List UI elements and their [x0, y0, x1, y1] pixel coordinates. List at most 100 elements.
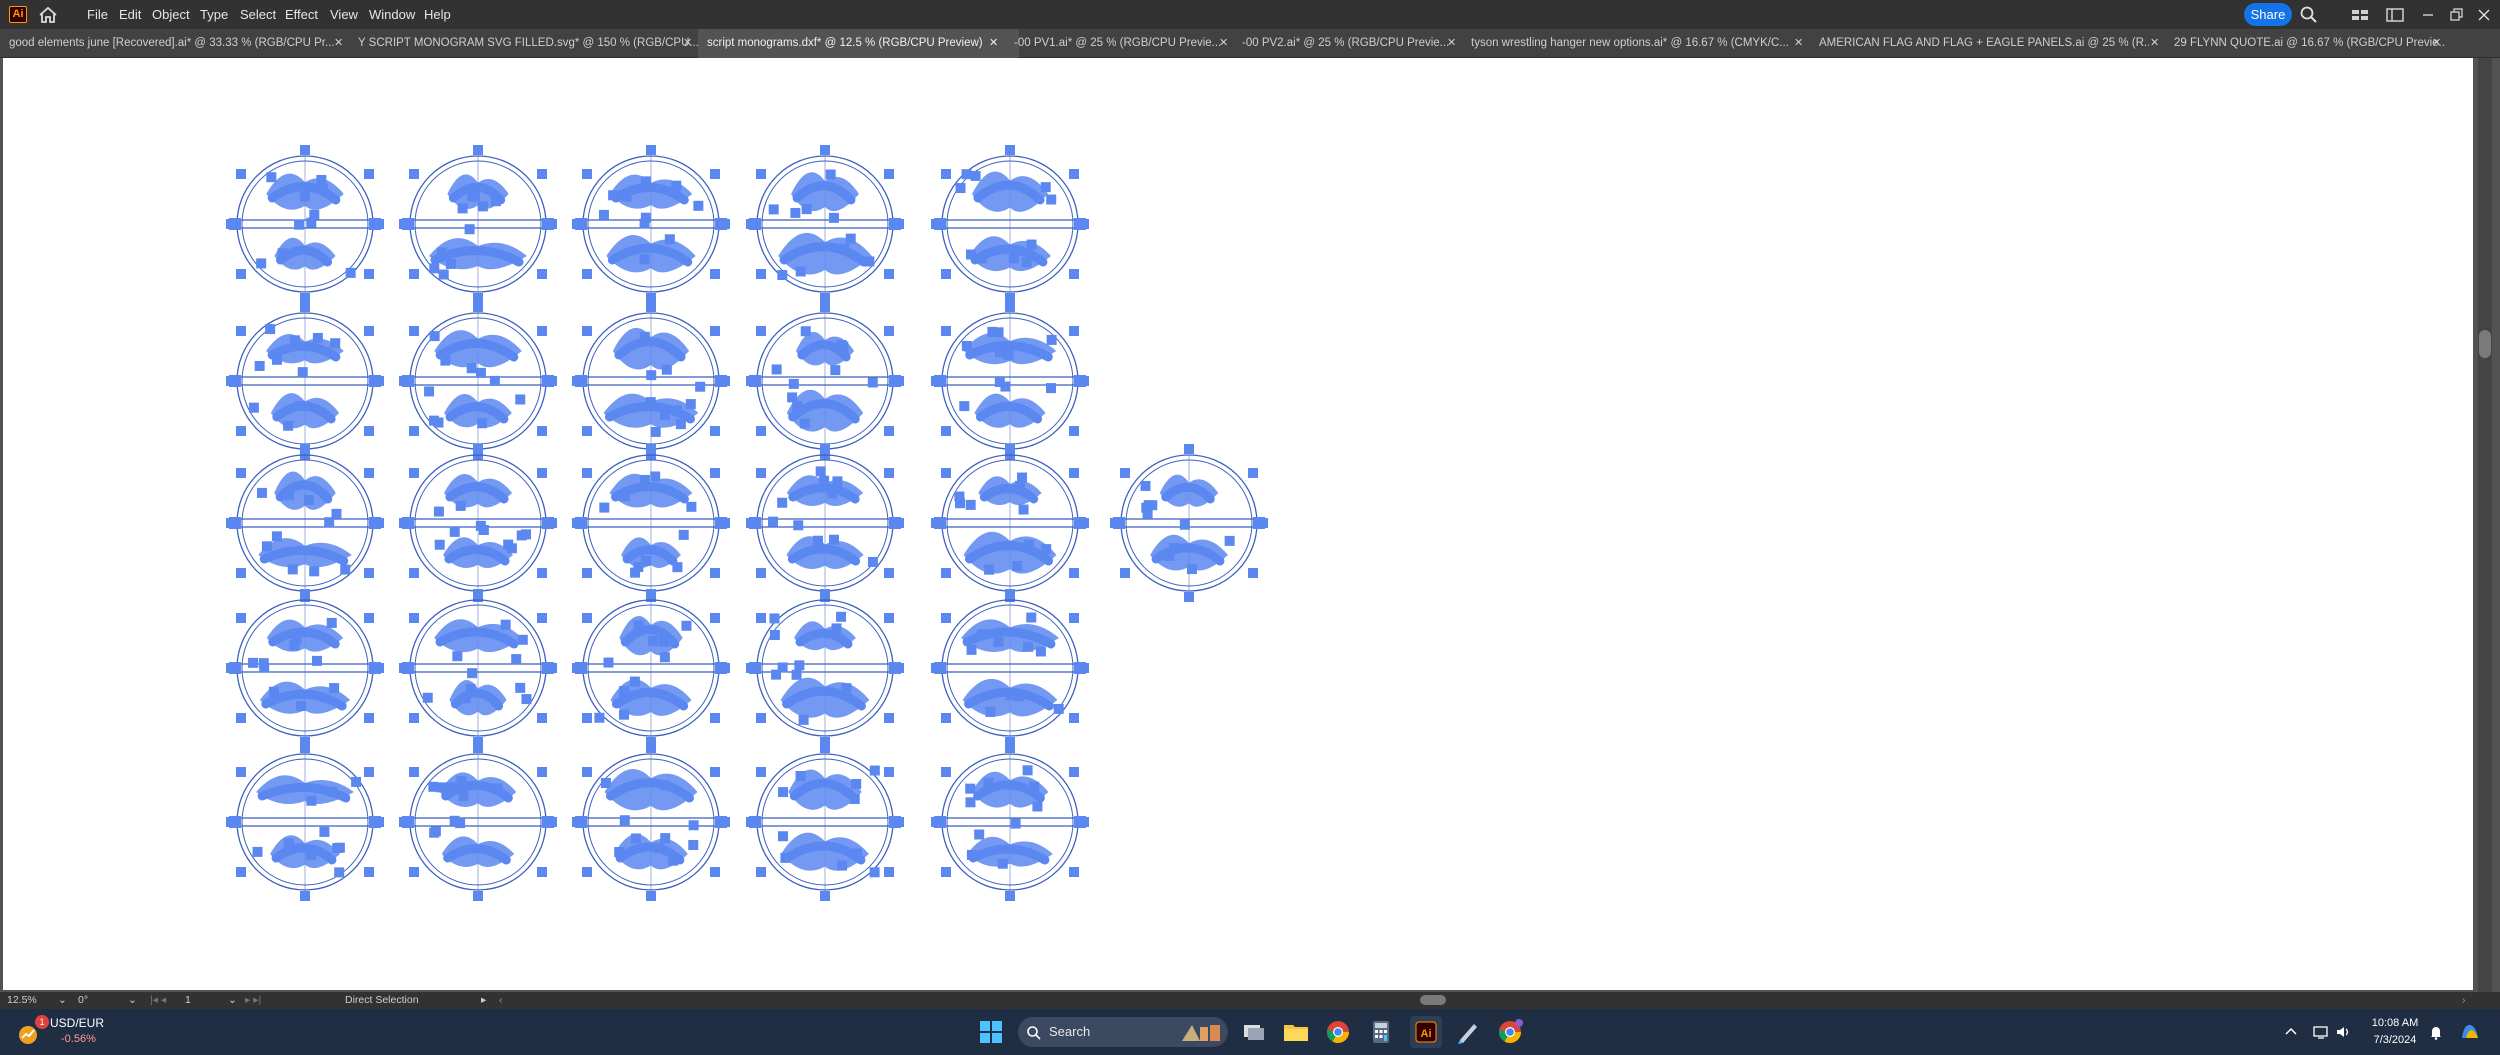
menu-type[interactable]: Type: [200, 7, 228, 22]
status-menu-arrow-icon[interactable]: ▸: [481, 994, 486, 1006]
monogram-circle[interactable]: [746, 302, 904, 460]
monogram-circle[interactable]: [399, 743, 557, 901]
zoom-dropdown-chevron-icon[interactable]: ⌄: [58, 994, 67, 1006]
illustrator-taskbar-button[interactable]: Ai: [1410, 1016, 1442, 1048]
monogram-circle[interactable]: [931, 444, 1089, 602]
tab-american-flag[interactable]: AMERICAN FLAG AND FLAG + EAGLE PANELS.ai…: [1810, 29, 2149, 58]
tab-close-icon[interactable]: ✕: [334, 29, 343, 58]
horizontal-scroll-thumb[interactable]: [1420, 995, 1446, 1005]
tab-close-icon[interactable]: ✕: [683, 29, 692, 58]
arrange-documents-icon[interactable]: [2385, 5, 2405, 25]
menu-view[interactable]: View: [330, 7, 358, 22]
monogram-circle[interactable]: [399, 444, 557, 602]
close-icon[interactable]: [2474, 5, 2494, 25]
tab-close-icon[interactable]: ✕: [1447, 29, 1456, 58]
vertical-scroll-thumb[interactable]: [2479, 330, 2491, 358]
menu-edit[interactable]: Edit: [119, 7, 141, 22]
start-button[interactable]: [975, 1016, 1007, 1048]
calculator-icon: [1373, 1021, 1389, 1043]
tab-y-script-monogram[interactable]: Y SCRIPT MONOGRAM SVG FILLED.svg* @ 150 …: [350, 29, 698, 58]
home-button[interactable]: [36, 4, 60, 26]
artboard-number[interactable]: 1: [185, 994, 191, 1006]
next-artboard-icon[interactable]: ▸ ▸|: [245, 994, 261, 1006]
show-hidden-icons-chevron-icon[interactable]: [2282, 1023, 2300, 1041]
monogram-circle[interactable]: [931, 743, 1089, 901]
search-icon[interactable]: [2299, 5, 2319, 25]
rotation-value[interactable]: 0°: [78, 994, 88, 1006]
monogram-circle[interactable]: [572, 743, 730, 901]
chrome-profile-button[interactable]: [1494, 1016, 1526, 1048]
monogram-circle[interactable]: [226, 743, 384, 901]
tab-tyson-wrestling[interactable]: tyson wrestling hanger new options.ai* @…: [1462, 29, 1801, 58]
tab-close-icon[interactable]: ✕: [2432, 29, 2441, 58]
zoom-level[interactable]: 12.5%: [7, 994, 37, 1006]
notifications-bell-icon[interactable]: [2427, 1023, 2445, 1041]
monogram-circle[interactable]: [572, 444, 730, 602]
chrome-icon: [1327, 1021, 1349, 1043]
illustrator-icon: Ai: [1415, 1021, 1437, 1043]
search-icon: [1027, 1026, 1041, 1040]
monogram-circle[interactable]: [931, 589, 1089, 747]
tab-label: -00 PV2.ai* @ 25 % (RGB/CPU Previe...: [1242, 37, 1450, 49]
menu-help[interactable]: Help: [424, 7, 451, 22]
monogram-circle[interactable]: [572, 145, 730, 303]
monogram-circle[interactable]: [1110, 444, 1268, 602]
volume-icon[interactable]: [2334, 1023, 2352, 1041]
monogram-circle[interactable]: [746, 444, 904, 602]
restore-icon[interactable]: [2446, 5, 2466, 25]
monogram-circle[interactable]: [399, 589, 557, 747]
monogram-circle[interactable]: [226, 444, 384, 602]
monogram-circle[interactable]: [399, 145, 557, 303]
first-artboard-icon[interactable]: |◂ ◂: [150, 994, 166, 1006]
monogram-circle[interactable]: [931, 145, 1089, 303]
tab-close-icon[interactable]: ✕: [1219, 29, 1228, 58]
artboard-dropdown-chevron-icon[interactable]: ⌄: [228, 994, 237, 1006]
pen-app-button[interactable]: [1452, 1016, 1484, 1048]
monogram-circle[interactable]: [572, 589, 730, 747]
artboard[interactable]: [3, 58, 2473, 990]
svg-text:Ai: Ai: [1421, 1028, 1432, 1040]
stocks-widget[interactable]: 1 USD/EUR -0.56%: [12, 1015, 132, 1051]
minimize-icon[interactable]: [2418, 5, 2438, 25]
menu-object[interactable]: Object: [152, 7, 190, 22]
illustrator-logo[interactable]: Ai: [9, 6, 27, 23]
rotation-dropdown-chevron-icon[interactable]: ⌄: [128, 994, 137, 1006]
tab-pv2[interactable]: -00 PV2.ai* @ 25 % (RGB/CPU Previe...: [1233, 29, 1452, 58]
menu-effect[interactable]: Effect: [285, 7, 318, 22]
workspace-switcher-icon[interactable]: [2350, 5, 2370, 25]
menu-file[interactable]: File: [87, 7, 108, 22]
tab-close-icon[interactable]: ✕: [2150, 29, 2159, 58]
scroll-right-icon[interactable]: ›: [2462, 994, 2466, 1006]
network-icon[interactable]: [2312, 1023, 2330, 1041]
taskbar-search[interactable]: Search: [1018, 1017, 1228, 1047]
chrome-button[interactable]: [1322, 1016, 1354, 1048]
menu-bar: Ai File Edit Object Type Select Effect V…: [0, 0, 2500, 29]
monogram-circle[interactable]: [399, 302, 557, 460]
share-button[interactable]: Share: [2244, 3, 2292, 26]
file-explorer-button[interactable]: [1280, 1016, 1312, 1048]
copilot-icon[interactable]: [2458, 1020, 2482, 1044]
tab-good-elements-june[interactable]: good elements june [Recovered].ai* @ 33.…: [0, 29, 349, 58]
monogram-circle[interactable]: [226, 302, 384, 460]
monogram-circle[interactable]: [572, 302, 730, 460]
scroll-left-icon[interactable]: ‹: [499, 994, 503, 1006]
vertical-scrollbar[interactable]: [2478, 58, 2492, 992]
monogram-circle[interactable]: [746, 743, 904, 901]
monogram-circle[interactable]: [931, 302, 1089, 460]
calculator-button[interactable]: [1365, 1016, 1397, 1048]
monogram-circle[interactable]: [746, 589, 904, 747]
system-clock[interactable]: 10:08 AM 7/3/2024: [2355, 1015, 2435, 1049]
tab-script-monograms[interactable]: script monograms.dxf* @ 12.5 % (RGB/CPU …: [698, 29, 1019, 58]
task-view-button[interactable]: [1238, 1016, 1270, 1048]
tab-close-icon[interactable]: ✕: [1794, 29, 1803, 58]
tab-flynn-quote[interactable]: 29 FLYNN QUOTE.ai @ 16.67 % (RGB/CPU Pre…: [2165, 29, 2446, 58]
artwork-canvas[interactable]: [3, 58, 2473, 990]
menu-window[interactable]: Window: [369, 7, 415, 22]
tab-pv1[interactable]: -00 PV1.ai* @ 25 % (RGB/CPU Previe...: [1005, 29, 1224, 58]
monogram-circle[interactable]: [226, 589, 384, 747]
tab-label: AMERICAN FLAG AND FLAG + EAGLE PANELS.ai…: [1819, 37, 2149, 49]
monogram-circle[interactable]: [226, 145, 384, 303]
menu-select[interactable]: Select: [240, 7, 276, 22]
monogram-circle[interactable]: [746, 145, 904, 303]
tab-close-icon[interactable]: ✕: [989, 29, 998, 58]
